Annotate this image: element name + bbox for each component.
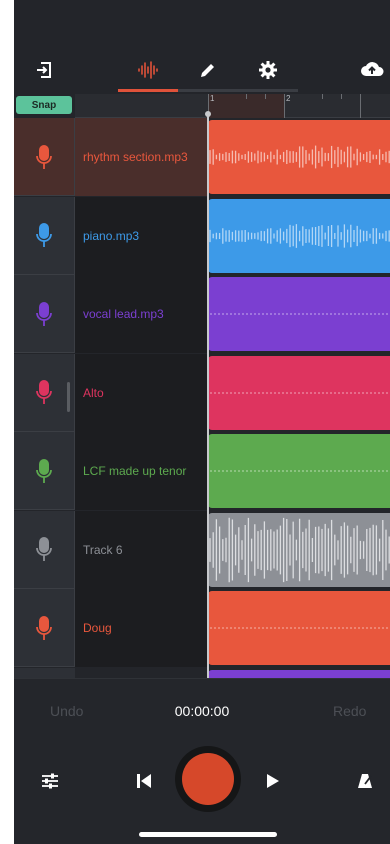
top-toolbar <box>14 0 390 92</box>
home-indicator <box>139 832 277 837</box>
ruler-tick <box>341 94 342 99</box>
track-name[interactable]: Track 6 <box>75 510 208 589</box>
ruler-tick <box>284 94 285 118</box>
microphone-icon <box>36 458 52 483</box>
track-resize-handle[interactable] <box>67 382 70 412</box>
track-name[interactable]: piano.mp3 <box>75 196 208 275</box>
track-mic-button[interactable] <box>14 196 75 275</box>
track-name[interactable]: Alto <box>75 353 208 432</box>
track-row[interactable]: Alto <box>14 353 390 432</box>
microphone-icon <box>36 223 52 247</box>
transport-bar: Undo 00:00:00 Redo <box>14 678 390 844</box>
track-row[interactable]: LCF made up tenor <box>14 432 390 510</box>
microphone-icon <box>36 537 52 561</box>
playhead-handle[interactable] <box>205 111 211 117</box>
track-row[interactable]: vocal lead.mp3 <box>14 275 390 353</box>
skip-back-icon[interactable] <box>132 769 156 793</box>
exit-icon[interactable] <box>30 56 58 84</box>
gear-icon[interactable] <box>254 56 282 84</box>
record-icon[interactable] <box>175 746 241 812</box>
redo-button[interactable]: Redo <box>333 703 366 719</box>
mixer-icon[interactable] <box>38 769 62 793</box>
ruler-tick <box>360 94 361 118</box>
record-button[interactable] <box>182 753 234 805</box>
waveform <box>209 145 390 169</box>
audio-clip[interactable] <box>208 434 390 508</box>
snap-button[interactable]: Snap <box>16 96 72 114</box>
microphone-icon <box>36 144 52 169</box>
audio-clip[interactable] <box>208 512 390 587</box>
track-mic-button[interactable] <box>14 118 75 196</box>
ruler-tick <box>246 94 247 99</box>
audio-clip[interactable] <box>208 120 390 194</box>
track-list: rhythm section.mp3 piano.mp3 vocal lead.mp… <box>14 118 390 680</box>
track-mic-button[interactable] <box>14 589 75 667</box>
microphone-icon <box>36 380 52 404</box>
ruler-tick <box>265 94 266 99</box>
waveform-icon[interactable] <box>134 56 162 84</box>
track-row[interactable]: Track 6 <box>14 510 390 589</box>
track-row[interactable]: piano.mp3 <box>14 196 390 275</box>
pencil-icon[interactable] <box>194 56 222 84</box>
waveform <box>210 627 390 629</box>
active-tab-underline <box>118 89 178 92</box>
app-window: Snap 1 2 rhythm section.mp3 piano.mp3 voca… <box>14 0 390 844</box>
track-name[interactable]: vocal lead.mp3 <box>75 275 208 353</box>
waveform <box>209 517 390 582</box>
audio-clip[interactable] <box>208 277 390 351</box>
tab-underline-track <box>178 89 298 92</box>
track-mic-button[interactable] <box>14 432 75 510</box>
waveform <box>210 313 390 315</box>
waveform <box>210 470 390 472</box>
audio-clip[interactable] <box>208 591 390 665</box>
waveform <box>209 223 390 248</box>
microphone-icon <box>36 301 52 326</box>
waveform <box>210 392 390 393</box>
ruler-mark-1: 1 <box>210 94 215 103</box>
timeline-ruler[interactable]: 1 2 <box>75 94 390 118</box>
ruler-tick <box>322 94 323 99</box>
track-mic-button[interactable] <box>14 510 75 589</box>
playhead[interactable] <box>207 112 209 678</box>
track-mic-button[interactable] <box>14 353 75 432</box>
audio-clip[interactable] <box>208 198 390 273</box>
cloud-upload-icon[interactable] <box>358 56 386 84</box>
audio-clip[interactable] <box>208 355 390 430</box>
track-mic-button[interactable] <box>14 275 75 353</box>
ruler-mark-2: 2 <box>286 94 291 103</box>
track-name[interactable]: Doug <box>75 589 208 667</box>
track-name[interactable]: LCF made up tenor <box>75 432 208 510</box>
track-name[interactable]: rhythm section.mp3 <box>75 118 208 196</box>
metronome-icon[interactable] <box>354 769 378 793</box>
play-icon[interactable] <box>260 769 284 793</box>
microphone-icon <box>36 615 52 640</box>
track-row[interactable]: rhythm section.mp3 <box>14 118 390 196</box>
track-row[interactable]: Doug <box>14 589 390 667</box>
